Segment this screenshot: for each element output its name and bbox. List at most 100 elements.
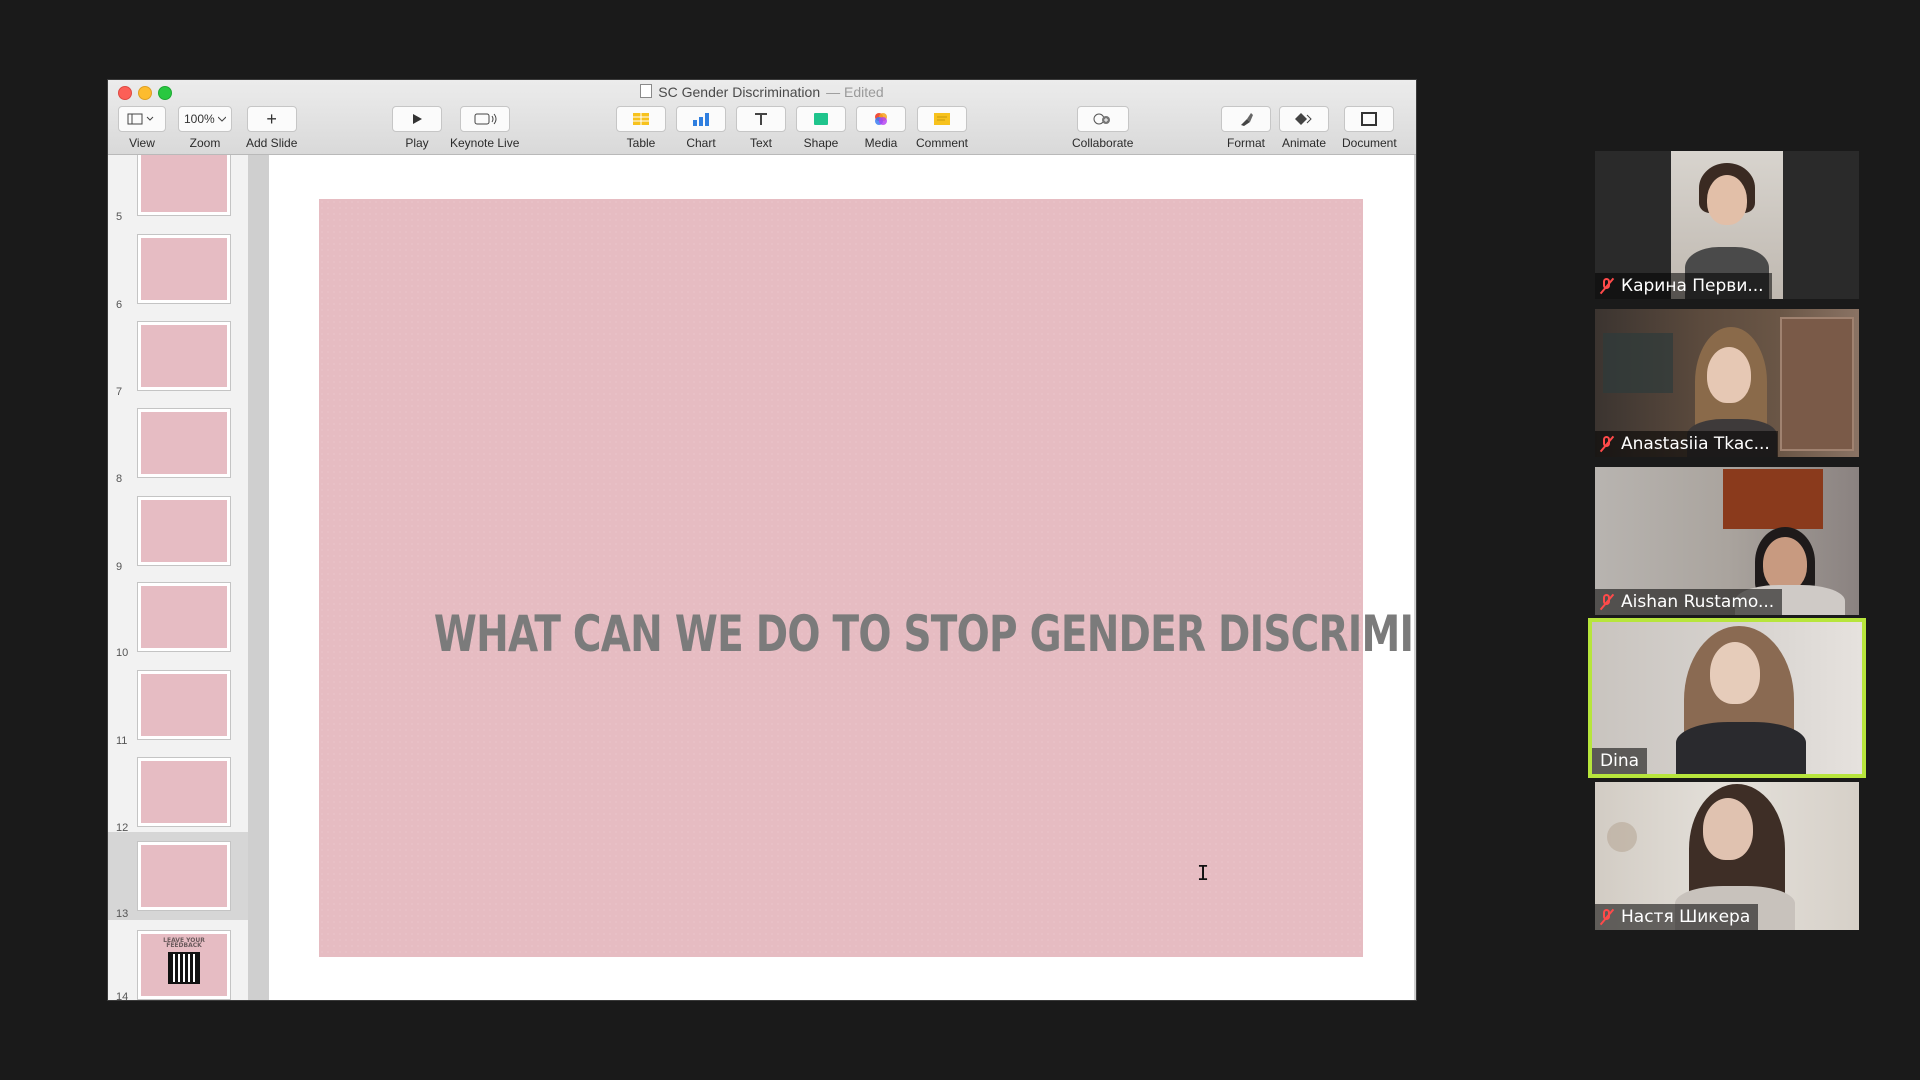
slide-thumbnail[interactable]: [138, 235, 230, 303]
slide-thumbnail[interactable]: [138, 671, 230, 739]
participant-tile[interactable]: Anastasiia Tkac...: [1595, 309, 1859, 457]
toolbar-animate[interactable]: Animate: [1279, 106, 1329, 150]
keynote-document-icon: [640, 84, 653, 98]
slide-thumbnail-row-selected[interactable]: 13: [108, 832, 248, 920]
slide-thumbnail[interactable]: [138, 758, 230, 826]
collaborate-label: Collaborate: [1072, 136, 1134, 150]
collaborate-icon[interactable]: [1076, 106, 1129, 132]
toolbar-collaborate[interactable]: Collaborate: [1072, 106, 1133, 150]
format-brush-icon[interactable]: [1221, 106, 1271, 132]
view-label: View: [129, 136, 155, 150]
comment-icon[interactable]: [917, 106, 967, 132]
zoom-value: 100%: [183, 112, 215, 126]
chart-label: Chart: [686, 136, 716, 150]
document-name: SC Gender Discrimination: [658, 84, 821, 100]
slide-number: 6: [116, 299, 123, 311]
participant-name-tag: Dina: [1592, 748, 1648, 774]
participant-name: Dina: [1600, 751, 1640, 771]
slide-canvas[interactable]: WHAT CAN WE DO TO STOP GENDER DISCRIMINA…: [249, 155, 1416, 1000]
slide-number: 8: [116, 473, 123, 485]
participant-name: Настя Шикера: [1621, 907, 1751, 927]
edited-status[interactable]: — Edited: [826, 84, 884, 100]
slide-number: 10: [116, 647, 129, 659]
plus-icon[interactable]: +: [246, 106, 297, 132]
toolbar-play[interactable]: Play: [392, 106, 442, 150]
participant-name-tag: Настя Шикера: [1595, 904, 1759, 930]
participant-name-tag: Anastasiia Tkac...: [1595, 431, 1778, 457]
participant-name: Карина Перви...: [1621, 276, 1764, 296]
document-icon[interactable]: [1344, 106, 1395, 132]
toolbar-format[interactable]: Format: [1221, 106, 1271, 150]
slide-thumbnail-row[interactable]: 6: [108, 227, 248, 311]
text-label: Text: [749, 136, 772, 150]
document-title: SC Gender Discrimination — Edited: [108, 84, 1416, 100]
add-slide-label: Add Slide: [246, 136, 298, 150]
participant-tile[interactable]: Настя Шикера: [1595, 782, 1859, 930]
zoom-label: Zoom: [189, 136, 221, 150]
toolbar-media[interactable]: Media: [856, 106, 906, 150]
media-icon[interactable]: [856, 106, 906, 132]
toolbar-keynote-live[interactable]: Keynote Live: [450, 106, 519, 150]
microphone-muted-icon: [1599, 277, 1615, 295]
toolbar-table[interactable]: Table: [616, 106, 666, 150]
document-label: Document: [1342, 136, 1397, 150]
shape-icon[interactable]: [796, 106, 846, 132]
slide-number: 11: [116, 735, 128, 747]
toolbar-chart[interactable]: Chart: [676, 106, 726, 150]
slide-navigator[interactable]: 5 6 7 8 9 10 11 12 13 LEAVE YOUR FEEDBAC…: [108, 155, 249, 1000]
text-icon[interactable]: [736, 106, 786, 132]
keynote-live-icon[interactable]: [459, 106, 510, 132]
participant-tile[interactable]: Aishan Rustamo...: [1595, 467, 1859, 615]
slide-title[interactable]: WHAT CAN WE DO TO STOP GENDER DISCRIMINA…: [434, 605, 1416, 663]
participant-tile-active-speaker[interactable]: Dina: [1588, 618, 1866, 778]
table-icon[interactable]: [616, 106, 666, 132]
current-slide[interactable]: WHAT CAN WE DO TO STOP GENDER DISCRIMINA…: [319, 199, 1416, 957]
slide-thumbnail[interactable]: [138, 409, 230, 477]
slide-thumbnail-row[interactable]: 8: [108, 401, 248, 485]
toolbar-text[interactable]: Text: [736, 106, 786, 150]
sidebar-view-icon[interactable]: [118, 106, 166, 132]
format-label: Format: [1226, 136, 1265, 150]
slide-thumbnail-row[interactable]: LEAVE YOUR FEEDBACK 14: [108, 923, 248, 1000]
play-icon[interactable]: [392, 106, 442, 132]
toolbar-shape[interactable]: Shape: [796, 106, 846, 150]
toolbar-add-slide[interactable]: + Add Slide: [246, 106, 297, 150]
slide-number: 9: [116, 561, 123, 573]
slide-thumbnail[interactable]: [138, 155, 230, 215]
participant-name: Anastasiia Tkac...: [1621, 434, 1770, 454]
slide-thumbnail-row[interactable]: 7: [108, 314, 248, 398]
microphone-muted-icon: [1599, 908, 1615, 926]
chart-icon[interactable]: [676, 106, 726, 132]
comment-label: Comment: [916, 136, 969, 150]
participant-tile[interactable]: Карина Перви...: [1595, 151, 1859, 299]
slide-thumbnail[interactable]: LEAVE YOUR FEEDBACK: [138, 931, 230, 999]
table-label: Table: [626, 136, 656, 150]
participant-name-tag: Aishan Rustamo...: [1595, 589, 1783, 615]
toolbar-document[interactable]: Document: [1342, 106, 1397, 150]
toolbar-comment[interactable]: Comment: [916, 106, 968, 150]
slide-thumbnail-row[interactable]: 12: [108, 750, 248, 834]
animate-label: Animate: [1281, 136, 1327, 150]
toolbar-view[interactable]: View: [118, 106, 166, 150]
canvas-page[interactable]: WHAT CAN WE DO TO STOP GENDER DISCRIMINA…: [269, 155, 1416, 1000]
media-label: Media: [864, 136, 898, 150]
slide-thumbnail[interactable]: [138, 322, 230, 390]
slide-thumbnail-row[interactable]: 11: [108, 663, 248, 747]
slide-thumbnail[interactable]: [138, 842, 230, 910]
slide-thumbnail-row[interactable]: 9: [108, 489, 248, 573]
toolbar-zoom[interactable]: 100% Zoom: [178, 106, 232, 150]
animate-icon[interactable]: [1279, 106, 1329, 132]
slide-thumbnail[interactable]: [138, 583, 230, 651]
text-cursor-icon: I: [1197, 861, 1210, 885]
slide-thumbnail[interactable]: [138, 497, 230, 565]
participant-name: Aishan Rustamo...: [1621, 592, 1775, 612]
slide-thumbnail-row[interactable]: 5: [108, 155, 248, 223]
keynote-live-label: Keynote Live: [450, 136, 520, 150]
slide-thumbnail-row[interactable]: 10: [108, 575, 248, 659]
slide-number: 14: [116, 991, 129, 1000]
slide-number: 7: [116, 386, 123, 398]
microphone-muted-icon: [1599, 593, 1615, 611]
shape-label: Shape: [803, 136, 839, 150]
qr-code-icon: [168, 952, 200, 984]
zoom-select[interactable]: 100%: [178, 106, 232, 132]
